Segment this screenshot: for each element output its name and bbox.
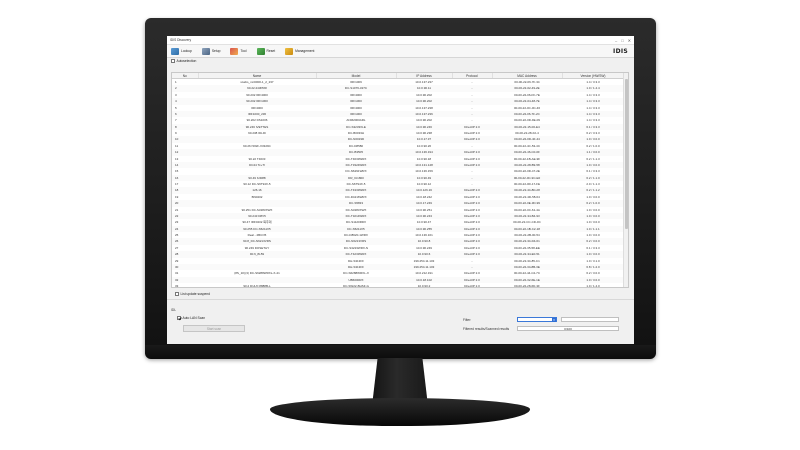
cell-no: 33 bbox=[175, 284, 179, 288]
cell-model: DC-SW22-BHSF-G bbox=[343, 284, 369, 288]
setup-icon bbox=[201, 47, 210, 55]
stage: IDIS Discovery – □ ✕ Lookup Setup Tool R… bbox=[0, 0, 800, 450]
cell-ip: 10.0.90.2 bbox=[417, 284, 431, 288]
section-label: IDL bbox=[171, 308, 177, 312]
cell-model: IRF1009 bbox=[350, 80, 362, 84]
filter-label: Filter: bbox=[463, 318, 472, 322]
reset-button[interactable]: Reset bbox=[256, 47, 276, 55]
tool-label: Tool bbox=[240, 49, 247, 53]
table-body: 1 studio_mn6000-1_2_237 IRF1009 10.0.137.23… bbox=[172, 79, 624, 288]
cell-mac: 00-00-22-06-7F-34 bbox=[514, 80, 540, 84]
monitor-chin bbox=[145, 345, 656, 359]
cell-mac: 00-00-22-28-6D-3F bbox=[514, 284, 540, 288]
autoselection-checkbox[interactable] bbox=[171, 59, 175, 63]
cell-version: 1.4 / 3.3.3 bbox=[586, 80, 600, 84]
window-controls: – □ ✕ bbox=[615, 38, 631, 43]
scrollbar-thumb[interactable] bbox=[625, 79, 628, 229]
list-update-row[interactable]: List update suspend bbox=[171, 291, 214, 297]
setup-button[interactable]: Setup bbox=[201, 47, 221, 55]
lookup-label: Lookup bbox=[181, 49, 192, 53]
lookup-button[interactable]: Lookup bbox=[171, 47, 192, 55]
management-button[interactable]: Management bbox=[285, 47, 315, 55]
setup-label: Setup bbox=[211, 49, 221, 53]
list-update-checkbox[interactable] bbox=[175, 292, 179, 296]
title-bar: IDIS Discovery – □ ✕ bbox=[167, 36, 634, 45]
list-update-label: List update suspend bbox=[180, 292, 211, 296]
filtered-results-label: Filtered results/Scanned results bbox=[463, 327, 510, 331]
minimize-button[interactable]: – bbox=[615, 38, 617, 43]
reset-label: Reset bbox=[266, 49, 276, 53]
monitor-stand-base bbox=[270, 398, 530, 426]
autoselection-row[interactable]: Autoselection bbox=[167, 58, 634, 64]
app-window: IDIS Discovery – □ ✕ Lookup Setup Tool R… bbox=[167, 36, 634, 344]
start-scan-button[interactable]: Start scan bbox=[183, 325, 245, 332]
vertical-scrollbar[interactable] bbox=[623, 73, 628, 287]
cell-name: 90.2 DUHY-8888B-L bbox=[243, 284, 271, 288]
cell-protocol: - bbox=[471, 80, 473, 84]
management-icon bbox=[285, 47, 294, 55]
search-network-icon bbox=[171, 47, 179, 55]
close-button[interactable]: ✕ bbox=[628, 38, 631, 43]
cell-name: studio_mn6000-1_2_237 bbox=[240, 80, 274, 84]
maximize-button[interactable]: □ bbox=[621, 38, 623, 43]
device-table: No Name Model IP Address Protocol MAC Ad… bbox=[172, 73, 625, 288]
autoselection-label: Autoselection bbox=[176, 59, 197, 63]
tool-icon bbox=[230, 47, 239, 55]
tool-button[interactable]: Tool bbox=[230, 47, 247, 55]
cell-no: 1 bbox=[175, 80, 177, 84]
cell-protocol: DirectIP 2.0 bbox=[464, 284, 480, 288]
auto-lan-checkbox[interactable] bbox=[177, 316, 181, 320]
filtered-results-value: 0/100 bbox=[517, 326, 619, 331]
cell-ip: 10.0.137.237 bbox=[415, 80, 433, 84]
chevron-down-icon: ▾ bbox=[552, 318, 556, 322]
divider bbox=[167, 299, 634, 300]
table-row[interactable]: 33 90.2 DUHY-8888B-L DC-SW22-BHSF-G 10.0.90… bbox=[172, 283, 624, 288]
table-row[interactable]: 1 studio_mn6000-1_2_237 IRF1009 10.0.137.23… bbox=[172, 79, 624, 86]
auto-lan-label: Auto LAN Scan bbox=[182, 316, 206, 320]
filter-input[interactable] bbox=[561, 317, 619, 322]
toolbar: Lookup Setup Tool Reset Management IDIS bbox=[167, 45, 634, 58]
filter-select[interactable]: ▾ bbox=[517, 317, 557, 322]
reset-icon bbox=[256, 47, 265, 55]
device-table-panel: No Name Model IP Address Protocol MAC Ad… bbox=[171, 72, 629, 288]
cell-version: 1.0 / 1.4.0 bbox=[586, 284, 600, 288]
window-title: IDIS Discovery bbox=[170, 38, 192, 42]
brand-logo: IDIS bbox=[613, 48, 628, 55]
management-label: Management bbox=[295, 49, 315, 53]
auto-lan-row[interactable]: Auto LAN Scan bbox=[173, 315, 209, 321]
scan-panel: IDL Auto LAN Scan Start scan Filter: ▾ F… bbox=[167, 308, 634, 344]
